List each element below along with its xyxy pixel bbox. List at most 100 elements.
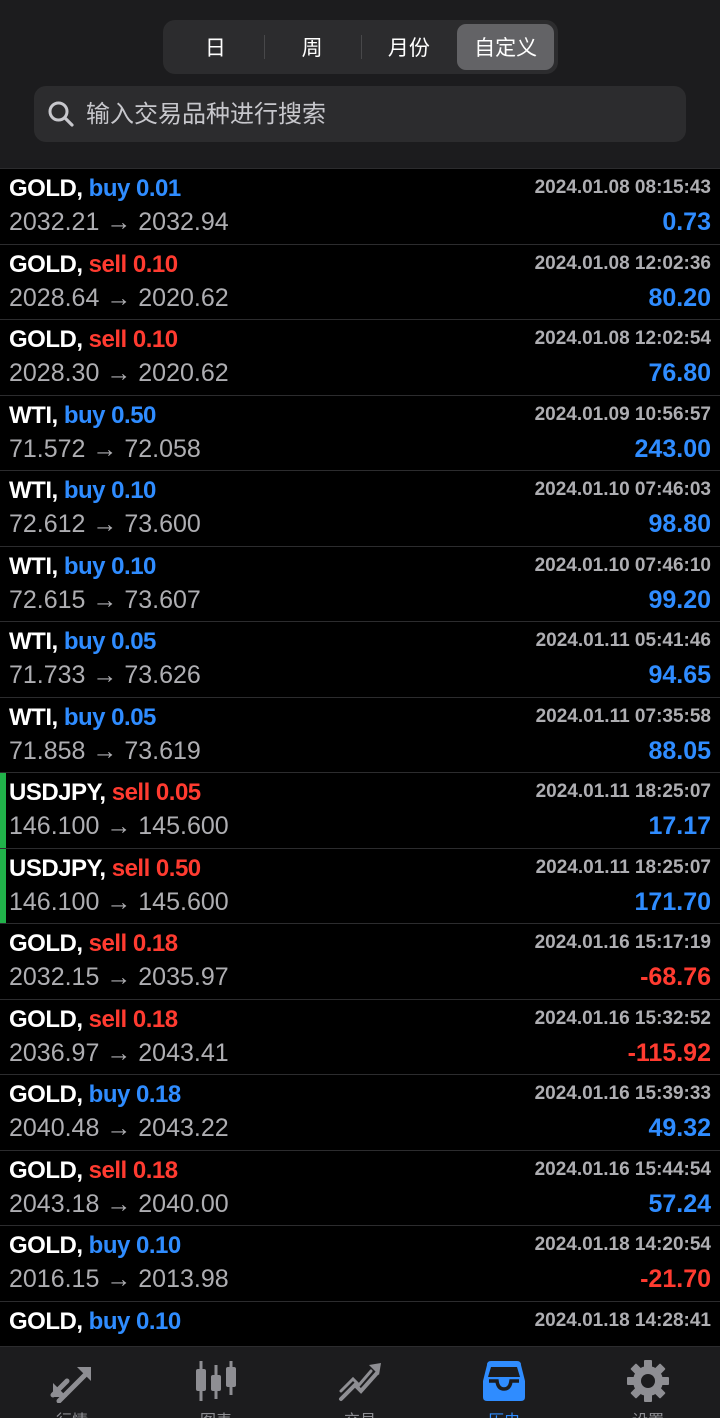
trade-time: 2024.01.08 08:15:43	[534, 177, 711, 198]
arrow-icon: →	[92, 736, 118, 765]
open-price: 71.733	[9, 661, 86, 689]
trade-symbol: GOLD,	[9, 175, 83, 202]
period-segmented-control: 日 周 月份 自定义	[163, 20, 558, 74]
trade-side: buy	[88, 175, 131, 202]
history-screen: 日 周 月份 自定义 GOLD, buy 0.01 2024.01.08 08:1…	[0, 0, 720, 1418]
gear-icon	[627, 1360, 669, 1402]
trade-trend-icon	[339, 1363, 381, 1401]
trade-side: sell	[88, 930, 128, 957]
trade-row[interactable]: GOLD, sell 0.18 2024.01.16 15:17:19 2032.1…	[0, 923, 720, 999]
tab-settings[interactable]: 设置	[576, 1347, 720, 1418]
trade-side: buy	[63, 703, 106, 731]
trade-side: buy	[88, 1232, 131, 1259]
trade-time: 2024.01.18 14:28:41	[534, 1309, 711, 1331]
trade-prices: 72.615 → 73.607	[9, 586, 201, 615]
trade-symbol: WTI,	[9, 401, 58, 429]
trade-row[interactable]: GOLD, buy 0.10 2024.01.18 14:20:54 2016.15…	[0, 1225, 720, 1301]
trade-symbol: USDJPY,	[9, 854, 106, 882]
trade-title: USDJPY, sell 0.05	[9, 779, 201, 807]
trade-symbol: GOLD,	[9, 250, 83, 278]
trade-row[interactable]: WTI, buy 0.10 2024.01.10 07:46:03 72.612 →…	[0, 470, 720, 546]
arrow-icon: →	[106, 1189, 132, 1218]
trade-time: 2024.01.11 05:41:46	[535, 630, 711, 651]
arrow-icon: →	[106, 1038, 132, 1067]
trade-history-list[interactable]: GOLD, buy 0.01 2024.01.08 08:15:43 2032.21…	[0, 168, 720, 1346]
trade-profit: 49.32	[648, 1114, 711, 1142]
trade-prices: 2036.97 → 2043.41	[9, 1039, 229, 1068]
trade-title: GOLD, buy 0.01	[9, 175, 181, 203]
trade-side: buy	[63, 401, 106, 429]
trade-time: 2024.01.11 07:35:58	[535, 705, 711, 727]
trade-row[interactable]: GOLD, buy 0.18 2024.01.16 15:39:33 2040.48…	[0, 1074, 720, 1150]
search-input[interactable]	[84, 99, 648, 129]
trade-title: WTI, buy 0.50	[9, 402, 156, 430]
tab-trade[interactable]: 交易	[288, 1347, 432, 1418]
trade-time: 2024.01.08 12:02:36	[534, 252, 711, 274]
trade-prices: 2028.30 → 2020.62	[9, 359, 229, 388]
tab-month[interactable]: 月份	[360, 24, 458, 70]
open-price: 71.858	[9, 736, 86, 765]
close-price: 145.600	[138, 887, 229, 916]
trade-prices: 2028.64 → 2020.62	[9, 284, 229, 313]
close-price: 2020.62	[138, 283, 229, 312]
trade-title: GOLD, sell 0.10	[9, 326, 178, 354]
trade-time: 2024.01.16 15:32:52	[534, 1007, 711, 1029]
tab-quotes[interactable]: 行情	[0, 1347, 144, 1418]
arrow-icon: →	[106, 283, 132, 312]
trade-symbol: WTI,	[9, 703, 58, 731]
trade-row[interactable]: WTI, buy 0.05 2024.01.11 05:41:46 71.733 →…	[0, 621, 720, 697]
trade-profit: -68.76	[640, 963, 711, 991]
trade-row[interactable]: USDJPY, sell 0.50 2024.01.11 18:25:07 146.…	[0, 847, 720, 924]
arrow-icon: →	[106, 812, 132, 840]
trade-profit: 76.80	[648, 359, 711, 387]
trade-profit: -115.92	[627, 1038, 711, 1067]
trade-volume: 0.18	[132, 930, 178, 957]
tab-quotes-label: 行情	[56, 1407, 88, 1418]
close-price: 73.619	[124, 736, 201, 765]
trade-row[interactable]: USDJPY, sell 0.05 2024.01.11 18:25:07 146.…	[0, 772, 720, 848]
trade-symbol: WTI,	[9, 628, 58, 655]
arrow-icon: →	[106, 1114, 132, 1142]
arrow-icon: →	[106, 208, 132, 236]
trade-volume: 0.01	[136, 175, 181, 202]
tab-trade-label: 交易	[344, 1407, 376, 1418]
trade-profit: 57.24	[648, 1189, 711, 1218]
search-bar[interactable]	[34, 86, 686, 142]
arrow-icon: →	[92, 434, 118, 463]
open-price: 72.615	[9, 585, 86, 614]
trade-volume: 0.50	[111, 401, 156, 429]
trade-row[interactable]: WTI, buy 0.10 2024.01.10 07:46:10 72.615 →…	[0, 545, 720, 622]
trade-row[interactable]: GOLD, buy 0.10 2024.01.18 14:28:41	[0, 1300, 720, 1347]
trade-row[interactable]: GOLD, sell 0.10 2024.01.08 12:02:54 2028.3…	[0, 319, 720, 395]
trade-profit: 171.70	[634, 887, 711, 916]
trade-prices: 72.612 → 73.600	[9, 510, 201, 539]
tab-week[interactable]: 周	[263, 24, 361, 70]
trade-side: buy	[88, 1307, 131, 1335]
trade-profit: 98.80	[648, 510, 711, 538]
trade-volume: 0.10	[136, 1232, 181, 1259]
trade-prices: 71.858 → 73.619	[9, 737, 201, 766]
trade-row[interactable]: GOLD, sell 0.18 2024.01.16 15:32:52 2036.9…	[0, 998, 720, 1075]
trade-row[interactable]: GOLD, sell 0.18 2024.01.16 15:44:54 2043.1…	[0, 1149, 720, 1226]
trade-row[interactable]: GOLD, buy 0.01 2024.01.08 08:15:43 2032.21…	[0, 168, 720, 244]
trade-title: USDJPY, sell 0.50	[9, 855, 201, 883]
bottom-tab-bar: 行情 图表 交易	[0, 1346, 720, 1418]
trade-row[interactable]: WTI, buy 0.50 2024.01.09 10:56:57 71.572 →…	[0, 394, 720, 471]
trade-time: 2024.01.16 15:44:54	[534, 1158, 711, 1180]
tab-day[interactable]: 日	[167, 24, 264, 70]
trade-title: GOLD, sell 0.18	[9, 930, 178, 958]
tab-charts[interactable]: 图表	[144, 1347, 288, 1418]
open-price: 72.612	[9, 510, 86, 538]
arrow-icon: →	[106, 887, 132, 916]
tab-history[interactable]: 历史	[432, 1347, 576, 1418]
trade-symbol: WTI,	[9, 552, 58, 580]
tab-custom[interactable]: 自定义	[457, 24, 554, 70]
trade-row[interactable]: WTI, buy 0.05 2024.01.11 07:35:58 71.858 →…	[0, 696, 720, 773]
close-price: 73.607	[124, 585, 201, 614]
close-price: 145.600	[138, 812, 229, 840]
trade-row[interactable]: GOLD, sell 0.10 2024.01.08 12:02:36 2028.6…	[0, 243, 720, 320]
trade-time: 2024.01.11 18:25:07	[535, 781, 711, 802]
trade-symbol: USDJPY,	[9, 779, 106, 806]
trade-side: buy	[63, 552, 106, 580]
trade-time: 2024.01.09 10:56:57	[534, 403, 711, 425]
